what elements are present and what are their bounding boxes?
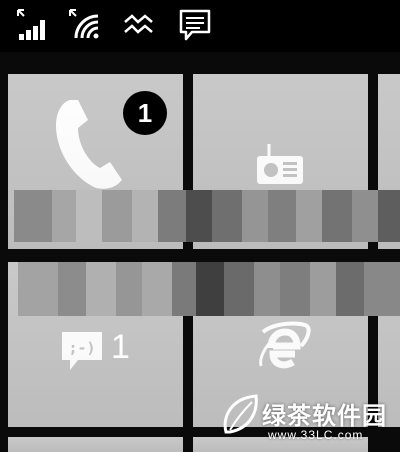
watermark-logo-icon [223,394,258,434]
phone-notification-badge: 1 [123,91,167,135]
pixelated-redaction-lower [18,262,400,316]
status-bar [0,0,400,52]
notification-message-icon[interactable] [178,8,212,42]
watermark-brand-text: 绿茶软件园 [262,402,387,430]
radio-icon [257,144,303,184]
wifi-icon [69,9,99,39]
pixelated-redaction-upper [14,190,400,242]
phone-icon [56,100,122,189]
svg-text:;-): ;-) [68,339,95,357]
internet-explorer-icon [259,321,311,369]
watermark-url-text: www.33LC.com [268,428,364,442]
partial-tile-bottom-left[interactable] [8,437,183,452]
data-connection-icon [124,14,153,34]
signal-strength-icon [17,9,45,40]
messaging-icon: ;-) [62,332,102,370]
messaging-unread-count: 1 [111,328,130,366]
